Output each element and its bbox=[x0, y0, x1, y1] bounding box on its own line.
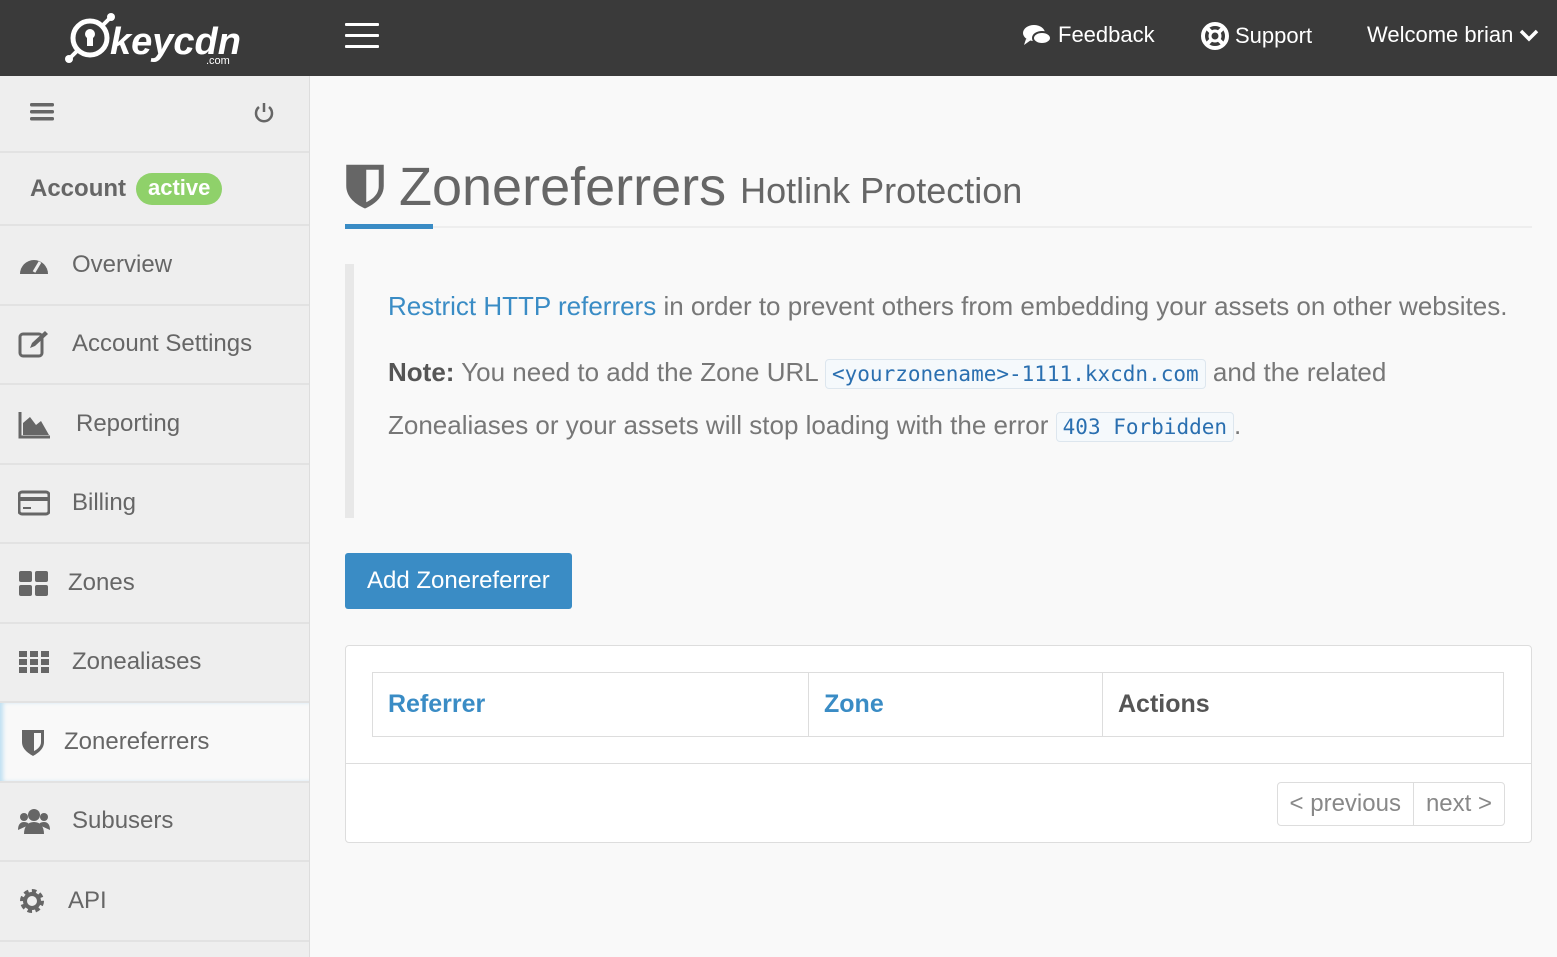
users-icon bbox=[18, 806, 50, 836]
shield-icon bbox=[18, 727, 50, 757]
sidebar-item-zonereferrers[interactable]: Zonereferrers bbox=[0, 703, 309, 783]
status-badge: active bbox=[136, 173, 222, 205]
dashboard-icon bbox=[18, 250, 50, 280]
restrict-referrers-link[interactable]: Restrict HTTP referrers bbox=[388, 291, 656, 321]
sidebar-item-subusers[interactable]: Subusers bbox=[0, 783, 309, 863]
svg-text:.com: .com bbox=[206, 55, 230, 66]
sidebar-item-zonealiases[interactable]: Zonealiases bbox=[0, 624, 309, 704]
feedback-link[interactable]: Feedback bbox=[1022, 22, 1155, 48]
pagination: < previous next > bbox=[1277, 782, 1505, 826]
menu-toggle-button[interactable] bbox=[345, 23, 379, 49]
credit-card-icon bbox=[18, 488, 50, 518]
list-icon[interactable] bbox=[30, 102, 54, 122]
sidebar: Account active Overview Account Settings… bbox=[0, 76, 310, 957]
comments-icon bbox=[1022, 23, 1052, 47]
edit-icon bbox=[18, 329, 50, 359]
error-code: 403 Forbidden bbox=[1056, 412, 1234, 442]
page-title: Zonereferrers bbox=[399, 160, 726, 214]
column-header-zone[interactable]: Zone bbox=[809, 673, 1103, 737]
power-icon[interactable] bbox=[253, 101, 275, 123]
page-subtitle: Hotlink Protection bbox=[740, 170, 1022, 212]
add-zonereferrer-button[interactable]: Add Zonereferrer bbox=[345, 553, 572, 609]
sidebar-item-billing[interactable]: Billing bbox=[0, 465, 309, 545]
top-navbar: keycdn.com Feedback Support Welcome bria… bbox=[0, 0, 1557, 76]
area-chart-icon bbox=[18, 409, 50, 439]
zone-url-code: <yourzonename>-1111.kxcdn.com bbox=[825, 359, 1206, 389]
column-header-actions: Actions bbox=[1103, 673, 1504, 737]
sidebar-item-zones[interactable]: Zones bbox=[0, 544, 309, 624]
life-ring-icon bbox=[1201, 22, 1229, 50]
previous-page-button[interactable]: < previous bbox=[1278, 783, 1413, 825]
title-divider bbox=[345, 226, 1532, 228]
sidebar-item-reporting[interactable]: Reporting bbox=[0, 385, 309, 465]
zonereferrers-table: Referrer Zone Actions bbox=[372, 672, 1504, 737]
sidebar-item-overview[interactable]: Overview bbox=[0, 226, 309, 306]
th-icon bbox=[18, 647, 50, 677]
account-status: Account active bbox=[0, 153, 309, 226]
keycdn-logo[interactable]: keycdn.com bbox=[64, 12, 244, 71]
sidebar-item-account-settings[interactable]: Account Settings bbox=[0, 306, 309, 386]
sidebar-item-api[interactable]: API bbox=[0, 862, 309, 942]
th-large-icon bbox=[18, 568, 50, 598]
chevron-down-icon bbox=[1519, 28, 1539, 42]
info-callout: Restrict HTTP referrers in order to prev… bbox=[345, 264, 1532, 518]
next-page-button[interactable]: next > bbox=[1413, 783, 1504, 825]
zonereferrers-table-panel: Referrer Zone Actions < previous next > bbox=[345, 645, 1532, 843]
support-link[interactable]: Support bbox=[1201, 22, 1312, 50]
gear-icon bbox=[18, 886, 50, 916]
shield-icon bbox=[345, 162, 385, 210]
user-menu-dropdown[interactable]: Welcome brian bbox=[1367, 22, 1539, 48]
column-header-referrer[interactable]: Referrer bbox=[373, 673, 809, 737]
main-content: Zonereferrers Hotlink Protection Restric… bbox=[345, 76, 1532, 843]
